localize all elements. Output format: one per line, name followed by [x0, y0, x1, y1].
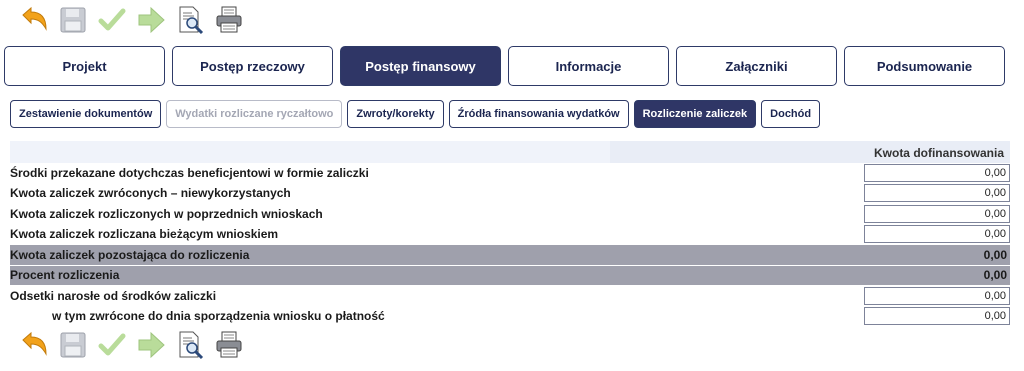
document-preview-icon[interactable] — [174, 4, 206, 36]
tab-informacje[interactable]: Informacje — [508, 46, 669, 86]
save-disk-icon[interactable] — [57, 4, 89, 36]
subtab-dochod[interactable]: Dochód — [761, 100, 821, 128]
tab-projekt[interactable]: Projekt — [4, 46, 165, 86]
row-label: Kwota zaliczek rozliczonych w poprzednic… — [10, 206, 323, 221]
next-arrow-icon[interactable] — [135, 329, 167, 361]
bottom-toolbar — [18, 329, 245, 361]
row-label: Środki przekazane dotychczas beneficjent… — [10, 165, 369, 180]
table-row: Środki przekazane dotychczas beneficjent… — [10, 163, 1010, 184]
table-row: Kwota zaliczek rozliczana bieżącym wnios… — [10, 225, 1010, 245]
undo-arrow-icon[interactable] — [18, 4, 50, 36]
check-icon[interactable] — [96, 329, 128, 361]
subtab-zwroty-korekty[interactable]: Zwroty/korekty — [347, 100, 444, 128]
summary-row: Kwota zaliczek pozostająca do rozliczeni… — [10, 245, 1010, 266]
amount-field[interactable]: 0,00 — [864, 286, 1010, 305]
print-icon[interactable] — [213, 4, 245, 36]
tab-podsumowanie[interactable]: Podsumowanie — [844, 46, 1005, 86]
row-label: Procent rozliczenia — [10, 268, 120, 283]
column-header-kwota: Kwota dofinansowania — [610, 141, 1010, 163]
amount-field[interactable]: 0,00 — [864, 184, 1010, 203]
summary-value: 0,00 — [983, 268, 1007, 283]
document-preview-icon[interactable] — [174, 329, 206, 361]
row-label: Kwota zaliczek pozostająca do rozliczeni… — [10, 247, 250, 262]
row-label: Kwota zaliczek rozliczana bieżącym wnios… — [10, 227, 279, 242]
top-toolbar — [18, 4, 245, 36]
tab-postep-rzeczowy[interactable]: Postęp rzeczowy — [172, 46, 333, 86]
row-label: Odsetki narosłe od środków zaliczki — [10, 288, 217, 303]
amount-field[interactable]: 0,00 — [864, 163, 1010, 182]
subtab-zestawienie-dokumentow[interactable]: Zestawienie dokumentów — [10, 100, 162, 128]
subtab-zrodla-finansowania[interactable]: Źródła finansowania wydatków — [448, 100, 629, 128]
table-header: Kwota dofinansowania — [10, 141, 1010, 163]
subtab-rozliczenie-zaliczek[interactable]: Rozliczenie zaliczek — [633, 100, 757, 128]
table-row: w tym zwrócone do dnia sporządzenia wnio… — [10, 307, 1010, 327]
row-label: Kwota zaliczek zwróconych – niewykorzyst… — [10, 186, 291, 201]
advance-settlement-table: Kwota dofinansowania Środki przekazane d… — [10, 141, 1010, 327]
amount-field[interactable]: 0,00 — [864, 225, 1010, 244]
undo-arrow-icon[interactable] — [18, 329, 50, 361]
sub-tabs: Zestawienie dokumentów Wydatki rozliczan… — [10, 100, 821, 128]
table-row: Odsetki narosłe od środków zaliczki 0,00 — [10, 286, 1010, 307]
table-row: Kwota zaliczek rozliczonych w poprzednic… — [10, 204, 1010, 225]
next-arrow-icon[interactable] — [135, 4, 167, 36]
row-label: w tym zwrócone do dnia sporządzenia wnio… — [52, 309, 385, 324]
tab-zalaczniki[interactable]: Załączniki — [676, 46, 837, 86]
check-icon[interactable] — [96, 4, 128, 36]
print-icon[interactable] — [213, 329, 245, 361]
tab-postep-finansowy[interactable]: Postęp finansowy — [340, 46, 501, 86]
summary-row: Procent rozliczenia 0,00 — [10, 265, 1010, 286]
amount-field[interactable]: 0,00 — [864, 204, 1010, 223]
subtab-wydatki-ryczaltowo: Wydatki rozliczane ryczałtowo — [166, 100, 343, 128]
table-row: Kwota zaliczek zwróconych – niewykorzyst… — [10, 184, 1010, 204]
save-disk-icon[interactable] — [57, 329, 89, 361]
amount-field[interactable]: 0,00 — [864, 307, 1010, 326]
summary-value: 0,00 — [983, 247, 1007, 262]
main-tabs: Projekt Postęp rzeczowy Postęp finansowy… — [4, 46, 1005, 86]
